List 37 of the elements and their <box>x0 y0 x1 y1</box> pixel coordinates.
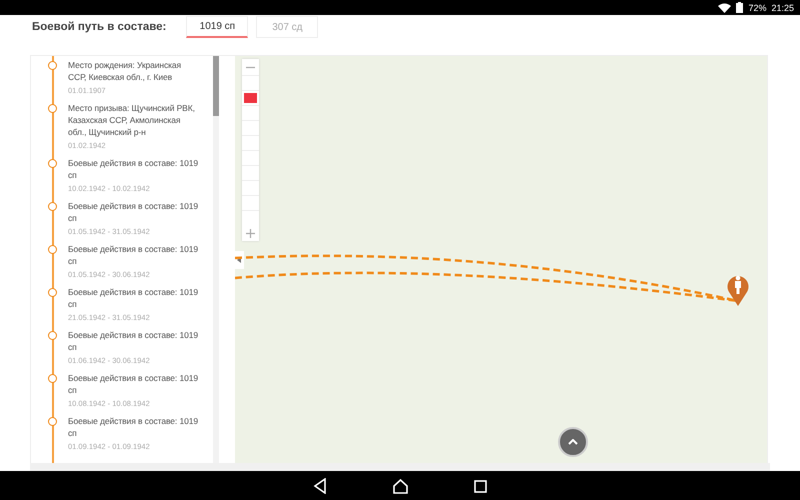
timeline-dot-icon <box>48 288 57 297</box>
chevron-up-icon <box>568 439 578 445</box>
timeline-dot-icon <box>48 104 57 113</box>
battery-icon <box>736 2 744 13</box>
event-title[interactable]: Место рождения: Украинская ССР, Киевская обл., г. Киев <box>68 59 199 83</box>
event-title[interactable]: Боевые действия в составе: 1019 сп <box>68 200 199 224</box>
back-icon[interactable] <box>313 478 327 494</box>
clock-time: 21:25 <box>771 2 794 12</box>
event-title[interactable]: Боевые действия в составе: 1019 сп <box>68 286 199 310</box>
scrollbar[interactable] <box>212 56 219 463</box>
timeline-dot-icon <box>48 374 57 383</box>
event-title[interactable]: Место призыва: Щучинский РВК, Казахская ССР, Акмолинская обл., Щучинский р-н <box>68 102 199 138</box>
scroll-up-button[interactable] <box>558 427 588 457</box>
soldier-pin-icon[interactable] <box>727 276 748 306</box>
event-title[interactable]: Боевые действия в составе: 1019 сп <box>68 415 199 439</box>
event-title[interactable]: Боевые действия в составе: 1019 сп <box>68 243 199 267</box>
zoom-level-step[interactable] <box>242 90 259 105</box>
home-icon[interactable] <box>393 478 408 494</box>
timeline-dot-icon <box>48 61 57 70</box>
timeline-dot-icon <box>48 159 57 168</box>
timeline-dot-icon <box>48 417 57 426</box>
zoom-out-button[interactable] <box>242 59 259 75</box>
timeline-dot-icon <box>48 331 57 340</box>
zoom-in-button[interactable] <box>242 225 259 241</box>
unit-tab[interactable]: 1019 сп <box>186 16 248 38</box>
square-icon[interactable] <box>474 480 487 492</box>
section-title: Боевой путь в составе: <box>32 21 166 33</box>
battery-percent: 72% <box>748 2 766 12</box>
collapse-tab[interactable] <box>234 251 244 269</box>
event-title[interactable]: Боевые действия в составе: 1019 сп <box>68 157 199 181</box>
event-title[interactable]: Боевые действия в составе: 1019 сп <box>68 329 199 353</box>
event-title[interactable]: Боевые действия в составе: 1019 сп <box>68 372 199 396</box>
triangle-left-icon <box>237 257 242 263</box>
plus-icon <box>246 228 255 238</box>
timeline-dot-icon <box>48 245 57 254</box>
wifi-icon <box>718 2 732 12</box>
timeline-dot-icon <box>48 202 57 211</box>
